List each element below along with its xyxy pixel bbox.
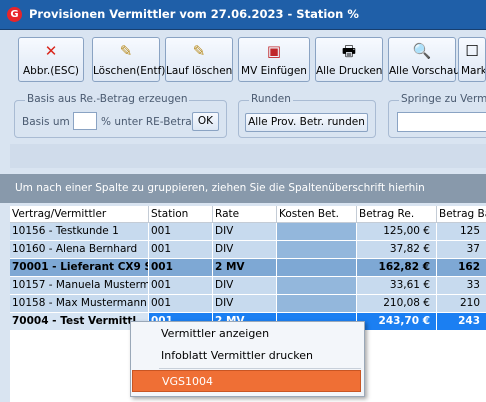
table-row[interactable]: 10158 - Max Mustermann 001 DIV 210,08 € … — [10, 295, 486, 313]
context-menu: Vermittler anzeigen Infoblatt Vermittler… — [130, 321, 365, 397]
toolbar: ✕ Abbr.(ESC) ✎ Löschen(Entf) ✎ Lauf lösc… — [0, 30, 486, 88]
delete-button[interactable]: ✎ Löschen(Entf) — [92, 37, 165, 82]
table-row[interactable]: 10160 - Alena Bernhard 001 DIV 37,82 € 3… — [10, 241, 486, 259]
column-header-vertrag[interactable]: Vertrag/Vermittler — [10, 206, 149, 222]
cell-kosten — [277, 295, 357, 312]
cell-betrag-re: 162,82 € — [357, 259, 437, 276]
basis-suffix-label: % unter RE-Betrag — [101, 116, 199, 128]
cell-betrag-ba: 125 — [459, 225, 480, 237]
cell-vertrag: 70001 - Lieferant CX9 Sy — [10, 259, 149, 276]
column-header-station[interactable]: Station — [149, 206, 213, 222]
rounding-group: Runden Alle Prov. Betr. runden — [238, 93, 376, 138]
cell-betrag-ba: 162 — [458, 261, 480, 273]
group-summary-row[interactable]: 70001 - Lieferant CX9 Sy 001 2 MV 162,82… — [10, 259, 486, 277]
mark-button[interactable]: ☐ Mark — [458, 37, 486, 82]
print-all-button[interactable]: 🖶 Alle Drucken — [315, 37, 383, 82]
table-row[interactable]: 10156 - Testkunde 1 001 DIV 125,00 € 125 — [10, 223, 486, 241]
cell-rate: DIV — [213, 223, 277, 240]
close-icon: ✕ — [44, 42, 58, 60]
cell-rate: 2 MV — [213, 259, 277, 276]
column-header-betrag-re[interactable]: Betrag Re. — [357, 206, 437, 222]
separator-strip — [10, 144, 486, 168]
cell-kosten — [277, 223, 357, 240]
cell-vertrag: 70004 - Test Vermittl — [10, 313, 149, 330]
group-by-panel[interactable]: Um nach einer Spalte zu gruppieren, zieh… — [0, 174, 486, 203]
menu-item-print-infoblatt[interactable]: Infoblatt Vermittler drucken — [132, 345, 361, 367]
basis-percent-input[interactable] — [73, 112, 97, 130]
table-row[interactable]: 10157 - Manuela Musterman 001 DIV 33,61 … — [10, 277, 486, 295]
cell-betrag-ba: 33 — [466, 279, 480, 291]
column-header-rate[interactable]: Rate — [213, 206, 277, 222]
cancel-button[interactable]: ✕ Abbr.(ESC) — [18, 37, 84, 82]
cell-vertrag: 10158 - Max Mustermann — [10, 295, 149, 312]
cell-rate: DIV — [213, 241, 277, 258]
printer-icon: 🖶 — [341, 42, 357, 60]
run-delete-icon: ✎ — [192, 42, 206, 60]
round-all-button[interactable]: Alle Prov. Betr. runden — [245, 113, 368, 132]
preview-icon: 🔍 — [412, 42, 432, 60]
delete-icon: ✎ — [119, 42, 133, 60]
cell-rate: DIV — [213, 295, 277, 312]
jump-to-vermittler-input[interactable] — [397, 112, 486, 132]
column-header-kosten[interactable]: Kosten Bet. — [277, 206, 357, 222]
cell-betrag-re: 37,82 € — [357, 241, 437, 258]
cell-kosten — [277, 241, 357, 258]
cell-rate: DIV — [213, 277, 277, 294]
rounding-group-title: Runden — [249, 93, 293, 105]
column-header-betrag-ba[interactable]: Betrag Ba — [437, 206, 486, 222]
preview-all-button[interactable]: 🔍 Alle Vorschau — [388, 37, 460, 82]
basis-prefix-label: Basis um — [22, 116, 70, 128]
jump-group-title: Springe zu Vermitt — [399, 93, 486, 105]
cell-vertrag: 10160 - Alena Bernhard — [10, 241, 149, 258]
basis-group-title: Basis aus Re.-Betrag erzeugen — [25, 93, 190, 105]
cell-station: 001 — [149, 241, 213, 258]
group-by-hint: Um nach einer Spalte zu gruppieren, zieh… — [15, 182, 425, 194]
menu-separator — [159, 368, 361, 369]
cell-vertrag: 10156 - Testkunde 1 — [10, 223, 149, 240]
cell-station: 001 — [149, 259, 213, 276]
basis-group: Basis aus Re.-Betrag erzeugen Basis um %… — [14, 93, 227, 138]
cell-station: 001 — [149, 223, 213, 240]
delete-run-button[interactable]: ✎ Lauf löschen — [165, 37, 233, 82]
app-icon: G — [7, 7, 22, 22]
grid-header: Vertrag/Vermittler Station Rate Kosten B… — [10, 206, 486, 223]
basis-ok-button[interactable]: OK — [192, 112, 219, 131]
cell-betrag-re: 210,08 € — [357, 295, 437, 312]
cell-kosten — [277, 259, 357, 276]
menu-item-vgs1004[interactable]: VGS1004 — [132, 370, 361, 392]
cell-betrag-re: 125,00 € — [357, 223, 437, 240]
cell-betrag-ba: 243 — [458, 315, 480, 327]
menu-item-show-vermittler[interactable]: Vermittler anzeigen — [132, 323, 361, 345]
insert-icon: ▣ — [266, 42, 282, 60]
title-bar: G Provisionen Vermittler vom 27.06.2023 … — [0, 0, 486, 30]
cell-betrag-ba: 210 — [459, 297, 480, 309]
cell-betrag-ba: 37 — [466, 243, 480, 255]
insert-mv-button[interactable]: ▣ MV Einfügen — [238, 37, 310, 82]
window-title: Provisionen Vermittler vom 27.06.2023 - … — [29, 7, 359, 21]
cell-station: 001 — [149, 277, 213, 294]
cell-betrag-re: 33,61 € — [357, 277, 437, 294]
cell-station: 001 — [149, 295, 213, 312]
mark-icon: ☐ — [465, 42, 479, 60]
cell-vertrag: 10157 - Manuela Musterman — [10, 277, 149, 294]
cell-betrag-re: 243,70 € — [357, 313, 437, 330]
jump-group: Springe zu Vermitt — [388, 93, 486, 138]
cell-kosten — [277, 277, 357, 294]
